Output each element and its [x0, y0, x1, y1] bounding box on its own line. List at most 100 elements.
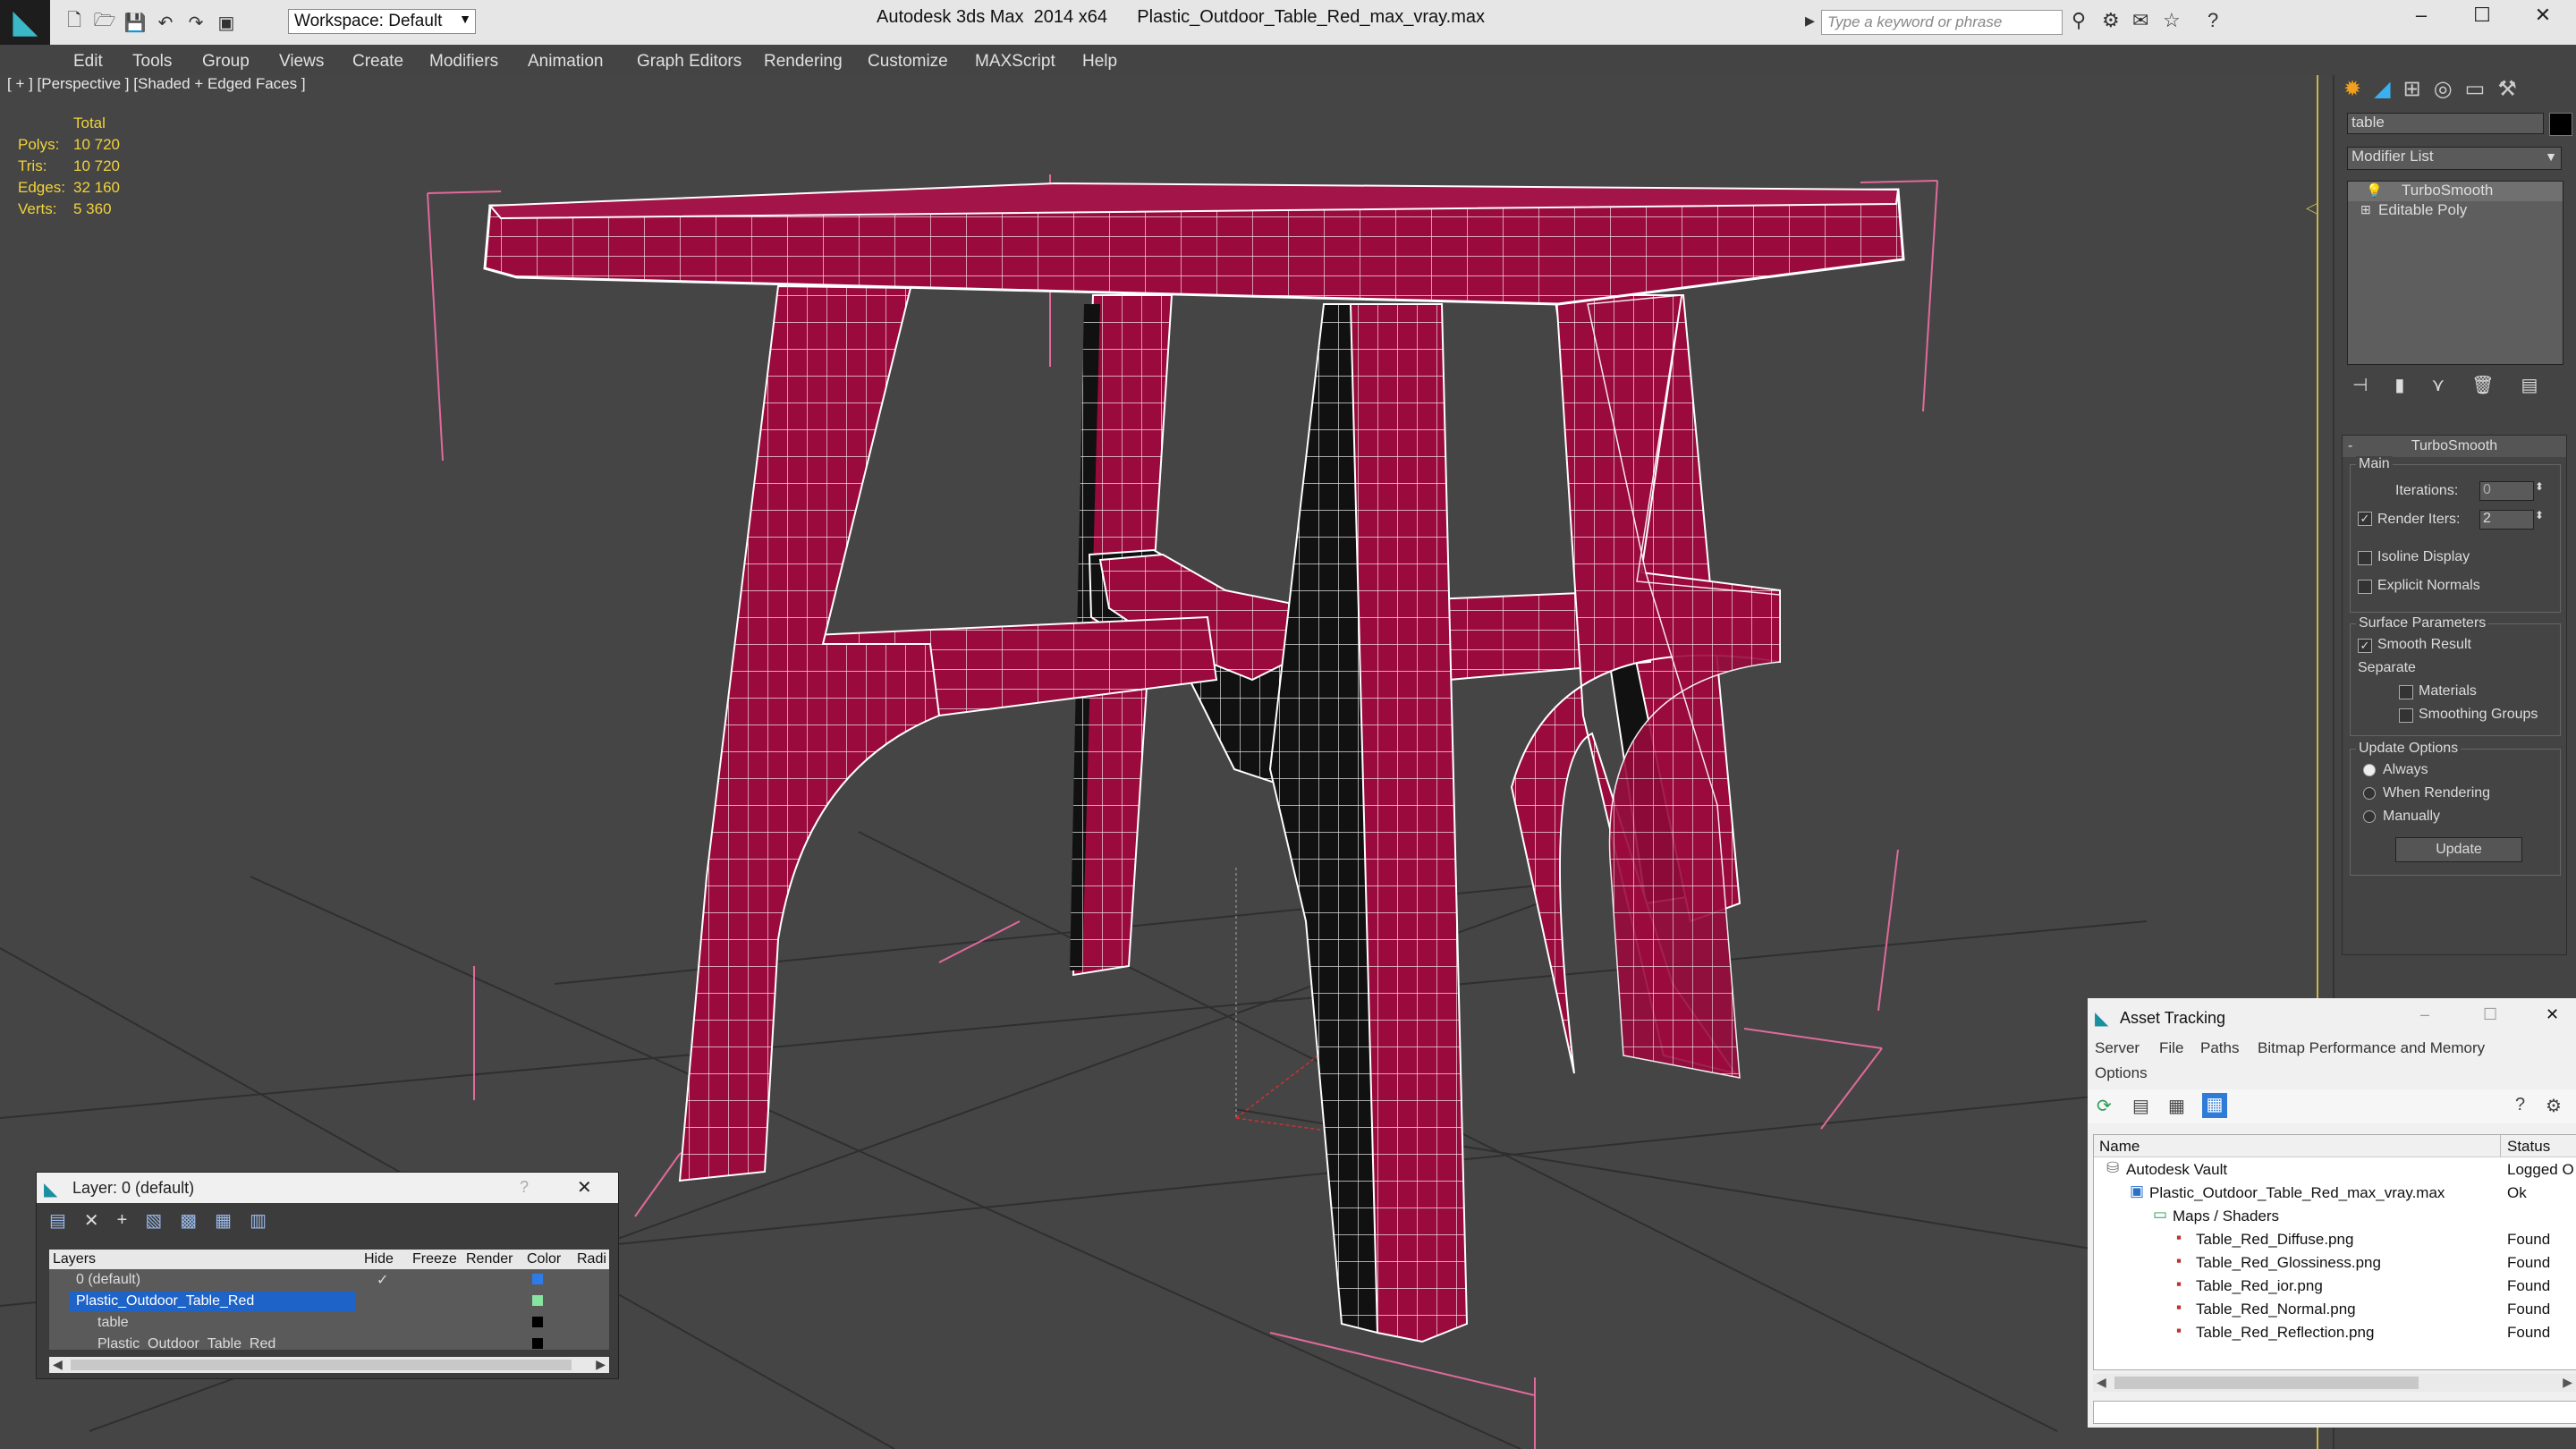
time-slider-marker-icon[interactable]: ◁	[2306, 199, 2318, 217]
hide-all-icon[interactable]: ▦	[215, 1209, 232, 1232]
undo-icon[interactable]: ↶	[154, 11, 177, 34]
menu-animation[interactable]: Animation	[528, 52, 604, 72]
rollout-title[interactable]: - TurboSmooth	[2343, 436, 2566, 457]
menu-group[interactable]: Group	[202, 52, 250, 72]
col-render[interactable]: Render	[466, 1251, 513, 1267]
menu-create[interactable]: Create	[352, 52, 403, 72]
col-color[interactable]: Color	[527, 1251, 561, 1267]
render-iters-spinner[interactable]: 2	[2479, 510, 2534, 530]
menu-graph-editors[interactable]: Graph Editors	[637, 52, 741, 72]
subscription-icon[interactable]: ⚙	[2102, 9, 2120, 32]
pin-stack-icon[interactable]: ⊣	[2352, 374, 2368, 401]
asset-row[interactable]: ▪ Table_Red_Reflection.png Found	[2094, 1320, 2576, 1343]
asset-menu-options[interactable]: Options	[2095, 1064, 2148, 1082]
open-file-icon[interactable]: 🗁	[93, 11, 116, 34]
layer-window-titlebar[interactable]: ◣ Layer: 0 (default) ? ✕	[37, 1173, 618, 1203]
menu-modifiers[interactable]: Modifiers	[429, 52, 498, 72]
tree-view-icon[interactable]: ▦	[2168, 1095, 2185, 1117]
asset-row[interactable]: ▪ Table_Red_Glossiness.png Found	[2094, 1250, 2576, 1274]
asset-row[interactable]: ▣ Plastic_Outdoor_Table_Red_max_vray.max O…	[2094, 1181, 2576, 1204]
add-to-layer-icon[interactable]: +	[117, 1210, 128, 1231]
project-folder-icon[interactable]: ▣	[215, 11, 238, 34]
create-layer-icon[interactable]: ▤	[49, 1209, 66, 1232]
workspace-dropdown[interactable]: Workspace: Default ▼	[288, 9, 476, 34]
maximize-icon[interactable]: ☐	[2483, 1005, 2497, 1024]
asset-menu-paths[interactable]: Paths	[2200, 1039, 2239, 1057]
object-name-field[interactable]: table	[2347, 113, 2544, 134]
update-always-radio[interactable]	[2363, 764, 2376, 776]
asset-row[interactable]: ▭ Maps / Shaders	[2094, 1204, 2576, 1227]
utilities-tab-icon[interactable]: ⚒	[2497, 76, 2517, 102]
layer-color-swatch[interactable]	[532, 1338, 543, 1349]
stack-item-turbosmooth[interactable]: 💡 TurboSmooth	[2348, 182, 2563, 201]
asset-row[interactable]: ▪ Table_Red_ior.png Found	[2094, 1274, 2576, 1297]
help-icon[interactable]: ?	[520, 1178, 529, 1197]
col-status[interactable]: Status	[2507, 1138, 2550, 1156]
explicit-normals-checkbox[interactable]	[2358, 580, 2372, 594]
configure-modifier-sets-icon[interactable]: ▤	[2521, 374, 2538, 401]
layer-color-swatch[interactable]	[532, 1274, 543, 1284]
col-freeze[interactable]: Freeze	[412, 1251, 457, 1267]
layer-color-swatch[interactable]	[532, 1295, 543, 1306]
stack-item-editable-poly[interactable]: ⊞ Editable Poly	[2348, 201, 2563, 221]
asset-menu-file[interactable]: File	[2159, 1039, 2183, 1057]
highlight-layer-icon[interactable]: ▩	[180, 1209, 197, 1232]
layer-row[interactable]: Plastic_Outdoor_Table_Red	[49, 1334, 609, 1350]
remove-modifier-icon[interactable]: 🗑	[2471, 374, 2494, 401]
menu-rendering[interactable]: Rendering	[764, 52, 843, 72]
make-unique-icon[interactable]: ⋎	[2431, 374, 2445, 401]
save-file-icon[interactable]: 💾	[123, 11, 147, 34]
display-tab-icon[interactable]: ▭	[2465, 76, 2486, 102]
close-window-icon[interactable]: ✕	[2521, 4, 2565, 27]
asset-row[interactable]: ▪ Table_Red_Diffuse.png Found	[2094, 1227, 2576, 1250]
layer-row[interactable]: Plastic_Outdoor_Table_Red	[49, 1291, 609, 1312]
help-icon[interactable]: ?	[2515, 1095, 2525, 1115]
asset-menu-bitmap[interactable]: Bitmap Performance and Memory	[2258, 1039, 2485, 1057]
freeze-all-icon[interactable]: ▥	[250, 1209, 267, 1232]
expand-plus-icon[interactable]: ⊞	[2360, 202, 2371, 217]
refresh-icon[interactable]: ⟳	[2097, 1095, 2112, 1117]
lightbulb-icon[interactable]: 💡	[2366, 182, 2383, 199]
object-color-swatch[interactable]	[2549, 113, 2572, 136]
list-view-icon[interactable]: ▤	[2132, 1095, 2149, 1117]
layer-color-swatch[interactable]	[532, 1317, 543, 1327]
modify-tab-icon[interactable]: ◢	[2374, 76, 2390, 102]
app-logo-icon[interactable]: ◣	[0, 0, 50, 45]
col-hide[interactable]: Hide	[364, 1251, 394, 1267]
modifier-list-dropdown[interactable]: Modifier List ▼	[2347, 147, 2562, 170]
materials-checkbox[interactable]	[2399, 685, 2413, 699]
asset-menu-server[interactable]: Server	[2095, 1039, 2140, 1057]
binoculars-icon[interactable]: ⚲	[2072, 9, 2086, 32]
search-expand-icon[interactable]: ▸	[1805, 9, 1815, 32]
smoothing-groups-checkbox[interactable]	[2399, 708, 2413, 723]
spinner-arrows-icon[interactable]: ⬍	[2535, 480, 2544, 493]
menu-edit[interactable]: Edit	[73, 52, 103, 72]
menu-tools[interactable]: Tools	[132, 52, 172, 72]
layer-row[interactable]: 0 (default) ✓	[49, 1269, 609, 1291]
minimize-window-icon[interactable]: –	[2399, 4, 2444, 27]
maximize-window-icon[interactable]: ☐	[2460, 4, 2504, 27]
search-input[interactable]: Type a keyword or phrase	[1821, 10, 2063, 35]
col-name[interactable]: Name	[2099, 1138, 2140, 1156]
iterations-spinner[interactable]: 0	[2479, 481, 2534, 501]
table-view-icon[interactable]: ▦	[2202, 1093, 2227, 1118]
asset-window-titlebar[interactable]: ◣ Asset Tracking – ☐ ✕	[2088, 998, 2576, 1039]
col-radiosity[interactable]: Radi	[577, 1251, 606, 1267]
menu-help[interactable]: Help	[1082, 52, 1117, 72]
delete-layer-icon[interactable]: ✕	[84, 1209, 99, 1232]
layer-scrollbar[interactable]: ◀ ▶	[49, 1357, 609, 1373]
asset-path-field[interactable]	[2093, 1401, 2576, 1424]
menu-maxscript[interactable]: MAXScript	[975, 52, 1055, 72]
col-layers[interactable]: Layers	[53, 1251, 96, 1267]
motion-tab-icon[interactable]: ◎	[2434, 76, 2453, 102]
layer-row[interactable]: table	[49, 1312, 609, 1334]
update-manually-radio[interactable]	[2363, 810, 2376, 823]
show-end-result-icon[interactable]: ▮	[2394, 374, 2404, 401]
communication-icon[interactable]: ✉	[2132, 9, 2148, 32]
isoline-checkbox[interactable]	[2358, 551, 2372, 565]
viewport-label[interactable]: [ + ] [Perspective ] [Shaded + Edged Fac…	[7, 75, 306, 93]
settings-icon[interactable]: ⚙	[2546, 1095, 2562, 1117]
hierarchy-tab-icon[interactable]: ⊞	[2403, 76, 2421, 102]
asset-row[interactable]: ⛁ Autodesk Vault Logged O	[2094, 1157, 2576, 1181]
collapse-icon[interactable]: -	[2348, 436, 2352, 457]
